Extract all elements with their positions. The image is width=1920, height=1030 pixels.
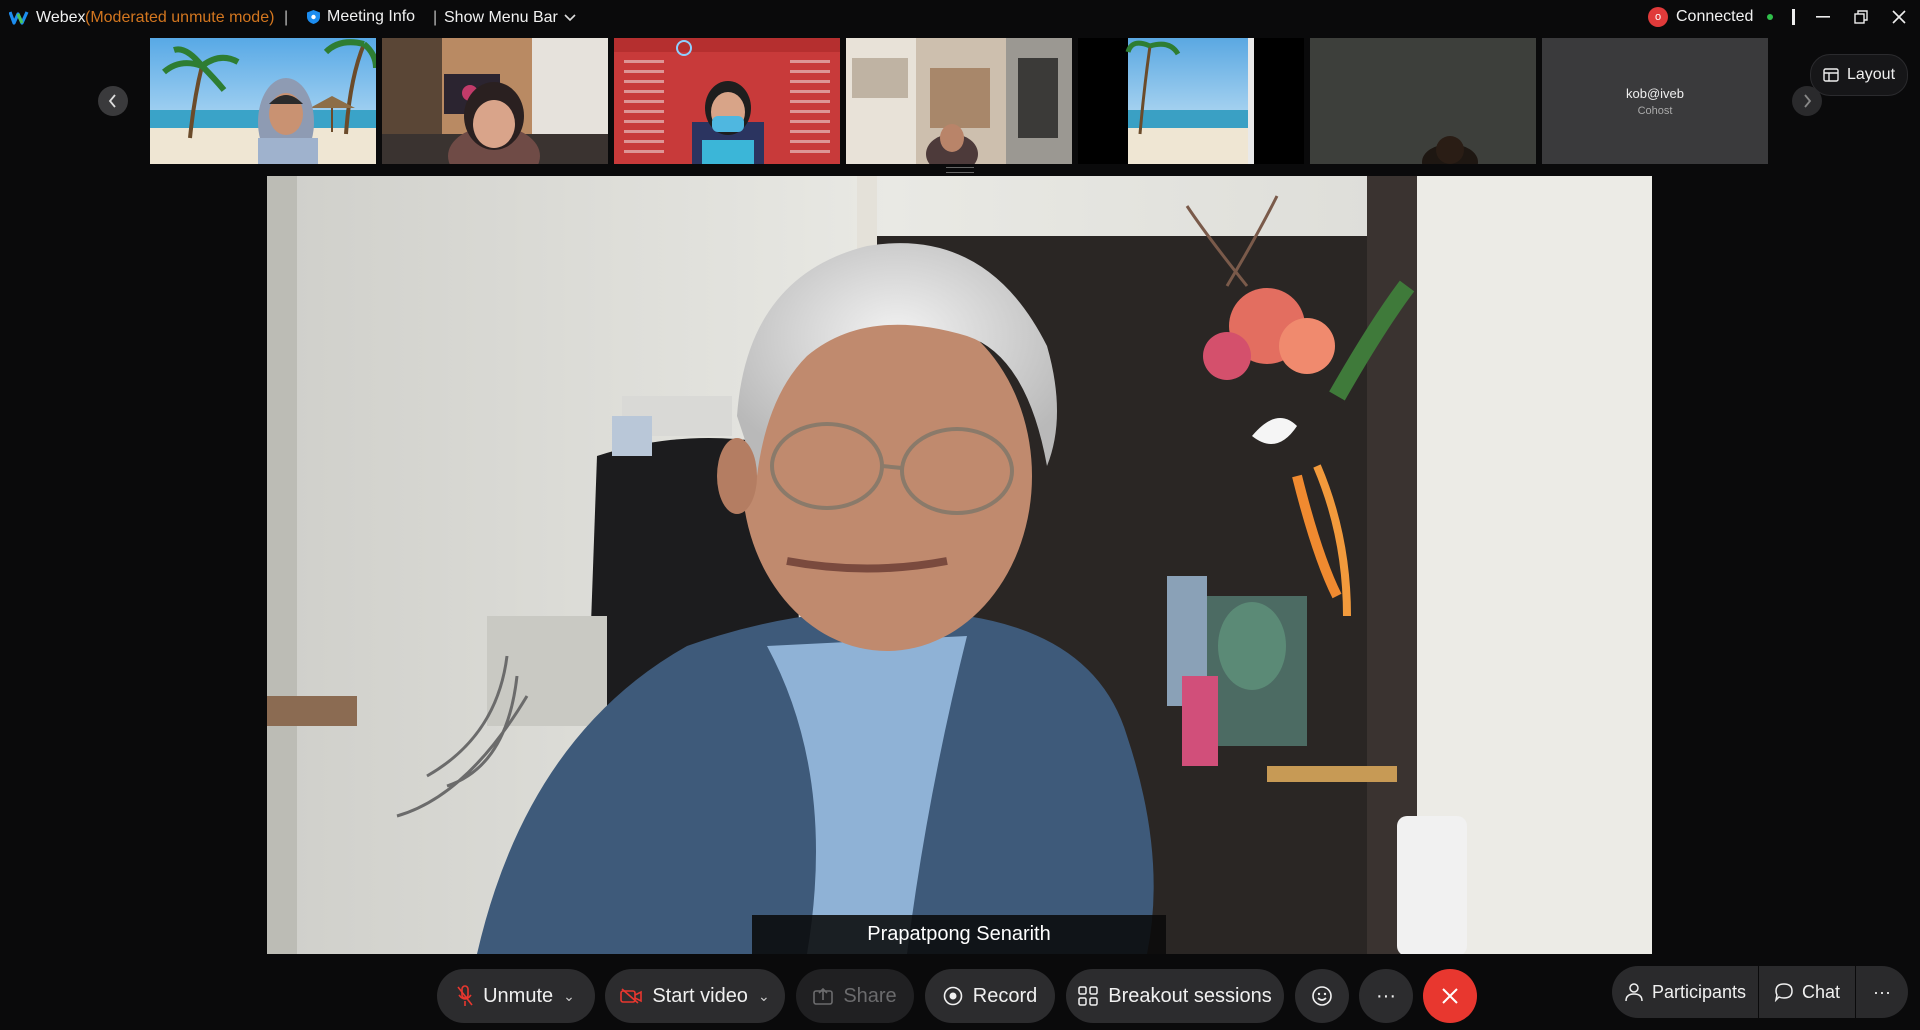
- close-icon: [1892, 10, 1906, 24]
- minimize-icon: [1816, 16, 1830, 18]
- participant-role: Cohost: [1637, 104, 1673, 117]
- chevron-down-icon[interactable]: ⌄: [563, 988, 575, 1005]
- reactions-button[interactable]: [1295, 969, 1349, 1023]
- record-icon: [943, 986, 963, 1006]
- shield-info-icon: [307, 10, 320, 24]
- participant-video: [1310, 38, 1536, 164]
- video-off-icon: [620, 988, 643, 1004]
- restore-icon: [1854, 10, 1868, 24]
- more-options-button[interactable]: ···: [1359, 969, 1413, 1023]
- participant-video: [150, 38, 376, 164]
- start-video-label: Start video: [652, 984, 748, 1007]
- layout-button[interactable]: Layout: [1810, 54, 1908, 96]
- layout-icon: [1823, 68, 1839, 82]
- side-more-label: ···: [1873, 981, 1891, 1002]
- connected-dot-icon: [1767, 14, 1774, 20]
- close-window-button[interactable]: [1884, 4, 1914, 30]
- layout-label: Layout: [1846, 66, 1896, 83]
- participant-name: kob@iveb: [1625, 85, 1684, 101]
- microphone-muted-icon: [457, 985, 473, 1006]
- speaker-name-tag: Prapatpong Senarith: [752, 915, 1166, 954]
- separator: |: [284, 9, 289, 26]
- title-bar: Webex (Moderated unmute mode) | Meeting …: [0, 0, 1920, 36]
- side-more-button[interactable]: ···: [1856, 966, 1908, 1018]
- share-icon: [813, 987, 834, 1005]
- webex-logo-icon: [9, 11, 29, 25]
- close-icon: [1442, 988, 1458, 1004]
- chevron-right-icon: [1804, 94, 1812, 108]
- participant-video: [382, 38, 608, 164]
- participant-video: [614, 38, 840, 164]
- chat-button[interactable]: Chat: [1759, 966, 1855, 1018]
- unmute-mode-label: (Moderated unmute mode): [85, 9, 275, 26]
- breakout-label: Breakout sessions: [1108, 984, 1272, 1007]
- speaker-video-frame: [267, 176, 1652, 954]
- participants-label: Participants: [1651, 981, 1747, 1002]
- minimize-button[interactable]: [1808, 4, 1838, 30]
- emoji-smile-icon: [1312, 986, 1332, 1006]
- connection-status-label: Connected: [1676, 8, 1754, 25]
- show-menu-bar-label: Show Menu Bar: [444, 9, 558, 26]
- thumbnails-previous-button[interactable]: [98, 86, 128, 116]
- breakout-sessions-button[interactable]: Breakout sessions: [1066, 969, 1284, 1023]
- chevron-down-icon[interactable]: ⌄: [758, 988, 770, 1005]
- record-label: Record: [972, 984, 1038, 1007]
- participant-thumbnail[interactable]: [1078, 38, 1304, 164]
- participant-video: [1078, 38, 1304, 164]
- meeting-info-label: Meeting Info: [327, 8, 416, 25]
- participant-thumbnail[interactable]: [382, 38, 608, 164]
- leave-meeting-button[interactable]: [1423, 969, 1477, 1023]
- record-button[interactable]: Record: [925, 969, 1055, 1023]
- chat-label: Chat: [1801, 981, 1841, 1002]
- unmute-button[interactable]: Unmute ⌄: [437, 969, 595, 1023]
- breakout-grid-icon: [1078, 986, 1099, 1006]
- participant-thumbnail[interactable]: [150, 38, 376, 164]
- start-video-button[interactable]: Start video ⌄: [605, 969, 785, 1023]
- participants-button[interactable]: Participants: [1612, 966, 1758, 1018]
- participant-thumbnail[interactable]: [614, 38, 840, 164]
- chat-bubble-icon: [1774, 983, 1793, 1002]
- app-name: Webex: [36, 9, 86, 26]
- participant-thumbnail[interactable]: [846, 38, 1072, 164]
- connection-status: o Connected: [1648, 7, 1774, 27]
- person-icon: [1625, 983, 1643, 1002]
- drag-handle-icon[interactable]: [1778, 4, 1808, 30]
- share-button[interactable]: Share: [796, 969, 914, 1023]
- unmute-label: Unmute: [483, 984, 554, 1007]
- share-label: Share: [843, 984, 897, 1007]
- participant-thumbnail[interactable]: [1310, 38, 1536, 164]
- meeting-info-button[interactable]: Meeting Info: [306, 8, 415, 26]
- active-speaker-video: [267, 176, 1652, 954]
- recording-indicator: o: [1648, 7, 1668, 27]
- participant-thumbnail-cohost[interactable]: kob@iveb Cohost: [1542, 38, 1768, 164]
- chevron-left-icon: [108, 94, 116, 108]
- chevron-down-icon: [564, 14, 576, 22]
- participant-video: [846, 38, 1072, 164]
- restore-button[interactable]: [1846, 4, 1876, 30]
- show-menu-bar-button[interactable]: Show Menu Bar: [444, 9, 576, 27]
- more-options-label: ···: [1376, 984, 1396, 1007]
- resize-handle-icon[interactable]: [946, 167, 974, 173]
- separator: |: [433, 9, 438, 26]
